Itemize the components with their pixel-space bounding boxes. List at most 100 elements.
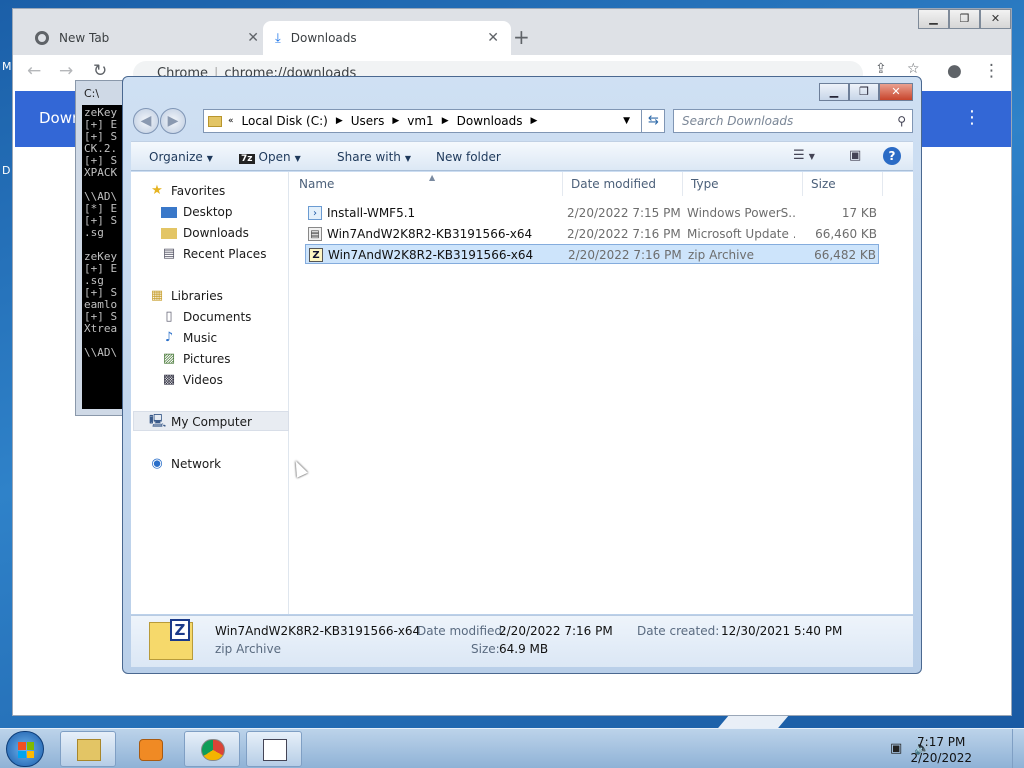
star-icon: ★ (151, 183, 163, 198)
zip-file-large-icon: Z (149, 619, 193, 660)
preview-pane-icon[interactable]: ▣ (849, 148, 861, 163)
breadcrumb-overflow-icon[interactable]: « (228, 116, 234, 126)
recent-places-icon: ▤ (162, 246, 176, 261)
column-header-name[interactable]: Name ▲ (291, 172, 563, 196)
chevron-right-icon[interactable]: ▶ (442, 116, 449, 126)
taskbar-chrome-button[interactable] (184, 731, 240, 767)
new-folder-button[interactable]: New folder (436, 150, 501, 164)
chevron-right-icon[interactable]: ▶ (531, 116, 538, 126)
desktop-icon (161, 206, 177, 218)
taskbar-explorer-button[interactable] (60, 731, 116, 767)
breadcrumb-users[interactable]: Users (351, 114, 385, 128)
network-tray-icon[interactable]: ▣ (890, 741, 902, 756)
breadcrumb-downloads[interactable]: Downloads (457, 114, 523, 128)
file-date: 2/20/2022 7:15 PM (567, 206, 681, 220)
breadcrumb-local-disk[interactable]: Local Disk (C:) (242, 114, 328, 128)
zip-file-icon: Z (309, 248, 323, 262)
organize-button[interactable]: Organize ▼ (149, 150, 213, 164)
documents-icon: ▯ (165, 309, 173, 324)
file-size: 66,460 KB (815, 227, 877, 241)
powershell-script-icon: › (308, 206, 322, 220)
navigation-buttons: ◀ ▶ (133, 108, 189, 134)
nav-desktop[interactable]: Desktop (161, 202, 233, 222)
search-icon[interactable]: ⚲ (897, 110, 906, 132)
file-date: 2/20/2022 7:16 PM (567, 227, 681, 241)
close-tab-icon[interactable]: ✕ (247, 30, 259, 46)
nav-pictures[interactable]: ▨ Pictures (161, 349, 231, 369)
folder-icon (77, 739, 101, 761)
nav-music[interactable]: ♪ Music (161, 328, 217, 348)
minimize-button[interactable]: ▁ (819, 83, 849, 101)
navigation-pane: ★ Favorites Desktop Downloads ▤ Recent Pla… (131, 172, 289, 614)
downloads-folder-icon (161, 227, 177, 239)
bookmark-star-icon[interactable]: ☆ (907, 61, 920, 77)
nav-downloads[interactable]: Downloads (161, 223, 249, 243)
7zip-icon: 7z (239, 154, 255, 164)
sort-ascending-icon: ▲ (429, 173, 436, 182)
nav-videos[interactable]: ▩ Videos (161, 370, 223, 390)
back-arrow-icon[interactable]: ← (27, 61, 41, 81)
file-row[interactable]: ▤ Win7AndW2K8R2-KB3191566-x64 2/20/2022 … (305, 224, 879, 244)
show-desktop-button[interactable] (1012, 729, 1024, 768)
open-button[interactable]: 7z Open ▼ (239, 150, 301, 164)
breadcrumb-vm1[interactable]: vm1 (407, 114, 433, 128)
file-name: Win7AndW2K8R2-KB3191566-x64 (327, 227, 533, 241)
download-icon: ⤓ (275, 30, 281, 46)
close-button[interactable]: ✕ (879, 83, 913, 101)
details-size-value: 64.9 MB (499, 642, 549, 656)
tab-downloads[interactable]: ⤓ Downloads ✕ (263, 21, 511, 55)
file-row-selected[interactable]: Z Win7AndW2K8R2-KB3191566-x64 2/20/2022 … (305, 244, 879, 264)
forward-arrow-icon[interactable]: → (59, 61, 73, 81)
nav-libraries[interactable]: ▦ Libraries (149, 286, 223, 306)
column-header-date[interactable]: Date modified (563, 172, 683, 196)
address-history-dropdown-icon[interactable]: ▼ (623, 116, 630, 126)
column-header-size[interactable]: Size (803, 172, 883, 196)
details-created-value: 12/30/2021 5:40 PM (721, 624, 843, 638)
taskbar-cmd-button[interactable] (246, 731, 302, 767)
minimize-button[interactable]: ▁ (918, 9, 949, 29)
maximize-button[interactable]: ❐ (849, 83, 879, 101)
close-tab-icon[interactable]: ✕ (487, 30, 499, 46)
share-with-button[interactable]: Share with ▼ (337, 150, 411, 164)
nav-network[interactable]: ◉ Network (149, 454, 221, 474)
menu-kebab-icon[interactable]: ⋮ (983, 61, 1000, 81)
address-bar[interactable]: « Local Disk (C:) ▶ Users ▶ vm1 ▶ Downloads… (203, 109, 665, 133)
column-header-type[interactable]: Type (683, 172, 803, 196)
tab-title: New Tab (59, 31, 110, 45)
help-icon[interactable]: ? (883, 147, 901, 165)
system-clock[interactable]: 7:17 PM 2/20/2022 (910, 734, 972, 766)
nav-recent-places[interactable]: ▤ Recent Places (161, 244, 267, 264)
details-size-label: Size: (471, 642, 500, 656)
explorer-window[interactable]: ▁ ❐ ✕ ◀ ▶ « Local Disk (C:) ▶ Users ▶ vm1 ▶… (122, 76, 922, 674)
file-type: Microsoft Update ... (687, 227, 795, 241)
command-bar: Organize ▼ 7z Open ▼ Share with ▼ New folder… (131, 141, 913, 171)
file-row[interactable]: › Install-WMF5.1 2/20/2022 7:15 PM Windo… (305, 203, 879, 223)
share-icon[interactable]: ⇪ (875, 61, 887, 77)
chevron-right-icon[interactable]: ▶ (336, 116, 343, 126)
details-modified-value: 2/20/2022 7:16 PM (499, 624, 613, 638)
view-options-icon[interactable]: ☰ ▼ (793, 148, 815, 163)
start-button[interactable] (6, 731, 44, 767)
refresh-icon[interactable]: ⇆ (641, 109, 665, 133)
chevron-right-icon[interactable]: ▶ (392, 116, 399, 126)
forward-button[interactable]: ▶ (160, 108, 186, 134)
clock-date: 2/20/2022 (910, 751, 972, 765)
more-actions-icon[interactable]: ⋮ (963, 107, 981, 128)
desktop-edge-text: M (2, 60, 12, 73)
close-button[interactable]: ✕ (980, 9, 1011, 29)
nav-favorites[interactable]: ★ Favorites (149, 181, 225, 201)
tab-title: Downloads (290, 31, 357, 45)
details-modified-label: Date modified: (417, 624, 507, 638)
maximize-button[interactable]: ❐ (949, 9, 980, 29)
back-button[interactable]: ◀ (133, 108, 159, 134)
reload-icon[interactable]: ↻ (93, 61, 107, 81)
details-pane: Z Win7AndW2K8R2-KB3191566-x64 zip Archiv… (131, 615, 913, 667)
taskbar-media-player-button[interactable] (122, 731, 178, 767)
new-tab-icon[interactable]: + (513, 25, 530, 49)
nav-my-computer[interactable]: 🖳 My Computer (149, 412, 252, 432)
nav-documents[interactable]: ▯ Documents (161, 307, 251, 327)
search-placeholder: Search Downloads (682, 114, 794, 128)
profile-avatar-icon[interactable]: ● (947, 61, 962, 81)
search-input[interactable]: Search Downloads ⚲ (673, 109, 913, 133)
tab-new-tab[interactable]: New Tab ✕ (23, 21, 271, 55)
